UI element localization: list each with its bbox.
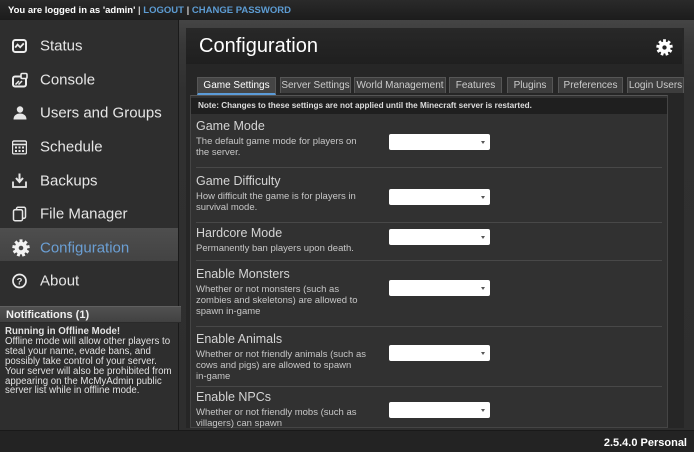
svg-text:?: ? — [17, 277, 23, 288]
